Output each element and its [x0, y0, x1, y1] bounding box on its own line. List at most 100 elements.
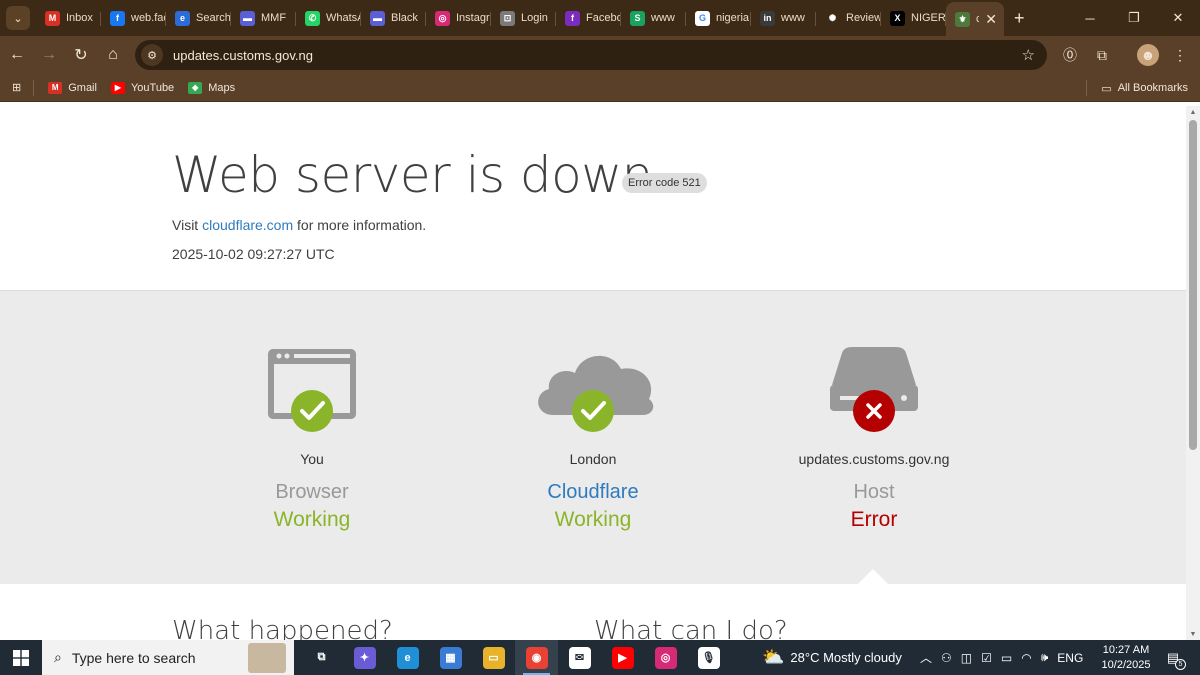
bookmark-gmail[interactable]: M Gmail — [48, 81, 97, 94]
tab[interactable]: e Search — [166, 3, 231, 33]
bookmark-star-icon[interactable]: ☆ — [1022, 46, 1035, 64]
taskbar-store[interactable]: ▦ — [429, 640, 472, 675]
chevron-up-icon[interactable]: ︿ — [920, 649, 932, 666]
bookmarks-bar: ⊞ M Gmail ▶ YouTube ◆ Maps ▭ All Bookmarks — [0, 74, 1200, 102]
window-controls: ─ ❐ ✕ — [1068, 0, 1200, 36]
tab[interactable]: ▬ Black — [361, 3, 426, 33]
wifi-icon[interactable]: ◠ — [1021, 651, 1031, 665]
what-happened-heading: What happened? — [172, 616, 393, 640]
system-tray: ︿ ⚇ ◫ ☑ ▭ ◠ 🕪 ENG — [920, 640, 1083, 675]
avatar[interactable]: ☻ — [1137, 44, 1159, 66]
tab-title: Instagram — [456, 12, 490, 24]
notification-count: 5 — [1175, 659, 1186, 670]
visit-suffix: for more information. — [297, 217, 427, 233]
puzzle-icon[interactable]: ⧉ — [1091, 44, 1113, 66]
taskbar-instagram[interactable]: ◎ — [644, 640, 687, 675]
tab[interactable]: X NIGERIA — [881, 3, 946, 33]
browser-node: You Browser Working — [182, 291, 442, 585]
close-icon[interactable]: ✕ — [985, 11, 997, 28]
page-title: Web server is down — [172, 146, 653, 204]
all-bookmarks[interactable]: ▭ All Bookmarks — [1086, 80, 1188, 96]
task-view-icon: ⧉ — [310, 646, 333, 669]
tab-active[interactable]: ⚜ c ✕ — [946, 2, 1004, 36]
site-info-icon[interactable]: ⚙ — [141, 44, 163, 66]
tab-search-button[interactable]: ⌄ — [6, 6, 30, 30]
tab-title: MMF — [261, 12, 287, 24]
instagram-icon: ◎ — [435, 10, 450, 26]
weather-widget[interactable]: ⛅ 28°C Mostly cloudy — [762, 640, 902, 675]
page-scrollbar[interactable]: ▲ ▼ — [1186, 106, 1200, 640]
divider — [33, 79, 35, 96]
tab[interactable]: ⊡ Login — [491, 3, 556, 33]
tab[interactable]: f web.facebook — [101, 3, 166, 33]
apps-grid-icon[interactable]: ⊞ — [12, 81, 21, 94]
reload-button[interactable]: ↻ — [66, 40, 96, 70]
chrome-icon: ◉ — [525, 646, 548, 669]
bookmark-youtube[interactable]: ▶ YouTube — [110, 81, 174, 94]
battery-icon[interactable]: ▭ — [1001, 651, 1012, 665]
page-viewport: Web server is down Error code 521 Visit … — [0, 106, 1186, 640]
close-window-button[interactable]: ✕ — [1156, 0, 1200, 36]
scroll-up-arrow[interactable]: ▲ — [1186, 106, 1200, 118]
tab-title: www — [781, 12, 805, 24]
taskbar-youtube[interactable]: ▶ — [601, 640, 644, 675]
notifications-button[interactable]: ▤ 5 — [1163, 648, 1186, 670]
clock[interactable]: 10:27 AM 10/2/2025 — [1098, 643, 1154, 673]
what-can-i-do-heading: What can I do? — [594, 616, 788, 640]
tab[interactable]: ◎ Instagram — [426, 3, 491, 33]
camera-icon[interactable]: ◫ — [961, 651, 972, 665]
url-text[interactable]: updates.customs.gov.ng — [173, 48, 313, 63]
taskbar-mail[interactable]: ✉ — [558, 640, 601, 675]
scroll-down-arrow[interactable]: ▼ — [1186, 628, 1200, 640]
tab[interactable]: ✆ WhatsApp — [296, 3, 361, 33]
address-bar[interactable]: ⚙ updates.customs.gov.ng ☆ — [135, 40, 1047, 70]
tab[interactable]: M Inbox — [36, 3, 101, 33]
tab[interactable]: in www — [751, 3, 816, 33]
node-status: Working — [554, 508, 632, 531]
taskbar-search[interactable]: ⌕ Type here to search — [42, 640, 294, 675]
server-icon — [804, 335, 944, 435]
cloudflare-link[interactable]: cloudflare.com — [202, 217, 293, 233]
people-icon[interactable]: ⚇ — [941, 651, 952, 665]
bookmark-maps[interactable]: ◆ Maps — [188, 81, 236, 94]
taskbar-copilot[interactable]: ✦ — [343, 640, 386, 675]
taskbar-file-explorer[interactable]: ▭ — [472, 640, 515, 675]
tab[interactable]: Swww — [621, 3, 686, 33]
minimize-button[interactable]: ─ — [1068, 0, 1112, 36]
tab[interactable]: f Facebook — [556, 3, 621, 33]
home-button[interactable]: ⌂ — [98, 40, 128, 70]
tab[interactable]: ✺ Review — [816, 3, 881, 33]
forward-button[interactable]: → — [34, 40, 64, 70]
facebook-icon: f — [565, 10, 580, 26]
tab[interactable]: ▬ MMF — [231, 3, 296, 33]
bookmark-label: Gmail — [68, 81, 97, 94]
status-diagram: You Browser Working London Cloudflare Wo… — [0, 290, 1186, 586]
weather-text: 28°C Mostly cloudy — [790, 650, 902, 665]
search-icon: ⌕ — [54, 649, 62, 665]
menu-icon[interactable]: ⋮ — [1169, 44, 1191, 66]
start-button[interactable] — [0, 640, 42, 675]
bookmark-label: Maps — [208, 81, 236, 94]
lock-icon: ⊡ — [500, 10, 515, 26]
back-button[interactable]: ← — [2, 40, 32, 70]
volume-icon[interactable]: 🕪 — [1041, 650, 1049, 665]
language-indicator[interactable]: ENG — [1057, 651, 1083, 665]
taskbar-edge[interactable]: e — [386, 640, 429, 675]
browser-icon — [242, 335, 382, 435]
tab[interactable]: Gnigeria — [686, 3, 751, 33]
edge-icon: e — [396, 646, 419, 669]
maps-icon: ◆ — [188, 81, 203, 94]
cloudy-weather-icon: ⛅ — [762, 647, 785, 667]
error-header: Web server is down Error code 521 Visit … — [0, 106, 1186, 290]
cloudflare-role-link[interactable]: Cloudflare — [463, 481, 723, 504]
extension-icon[interactable]: ⓪ — [1059, 44, 1081, 66]
new-tab-button[interactable]: + — [1014, 8, 1025, 29]
tab-title: web.facebook — [131, 12, 165, 24]
taskbar-voice[interactable]: 🎙 — [687, 640, 730, 675]
taskbar-chrome[interactable]: ◉ — [515, 640, 558, 675]
tab-title: c — [976, 13, 980, 25]
restore-button[interactable]: ❐ — [1112, 0, 1156, 36]
security-icon[interactable]: ☑ — [981, 651, 992, 665]
taskbar-task-view[interactable]: ⧉ — [300, 640, 343, 675]
scroll-thumb[interactable] — [1189, 120, 1197, 450]
